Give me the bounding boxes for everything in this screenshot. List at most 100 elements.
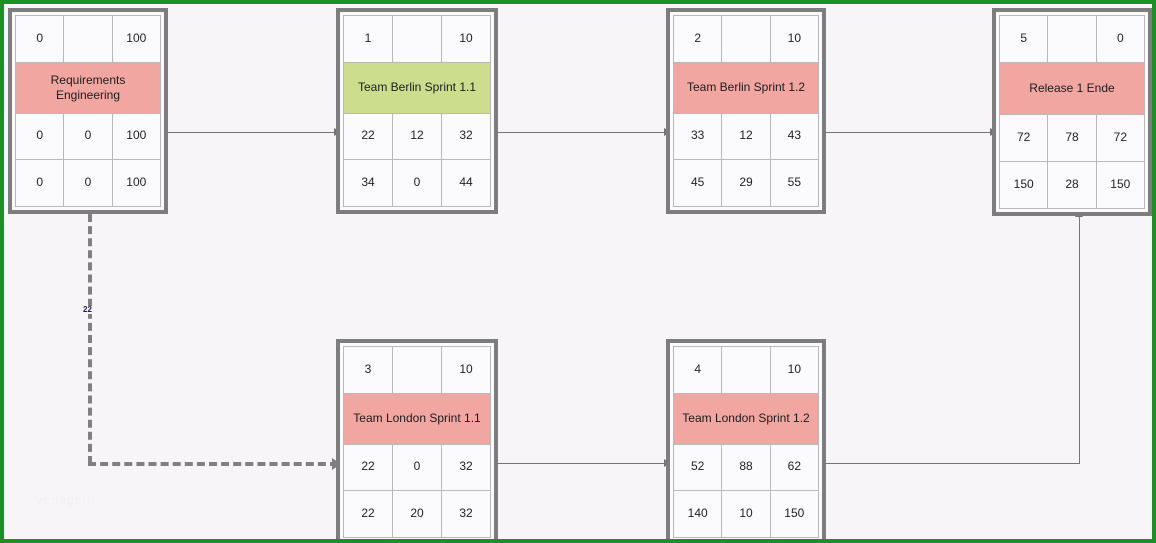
node-team-berlin-sprint-1-1[interactable]: 1 10 Team Berlin Sprint 1.1 22 12 32 34 …: [336, 8, 498, 214]
cell-mid-left: 22: [344, 444, 393, 491]
cell-bottom-left: 34: [344, 160, 393, 206]
cell-early-start: 1: [344, 16, 393, 62]
cell-top-middle: [393, 16, 442, 62]
node-body: 2 10 Team Berlin Sprint 1.2 33 12 43 45 …: [673, 15, 819, 207]
cell-bottom-right: 44: [459, 175, 473, 190]
cell-mid-center: 0: [64, 113, 113, 160]
node-bottom-row: 34 0 44: [344, 160, 490, 206]
cell-early-start: 5: [1000, 16, 1049, 63]
node-bottom-row: 0 0 100: [16, 160, 160, 206]
cell-mid-right: 100: [126, 128, 147, 143]
node-top-row: 4 10: [674, 347, 818, 394]
cell-mid-left: 33: [674, 113, 723, 160]
cell-bottom-center: 20: [393, 491, 442, 537]
node-top-row: 5 0: [1000, 16, 1144, 64]
cell-duration: 10: [459, 361, 473, 376]
cell-duration: 100: [126, 30, 147, 45]
cell-bottom-center: 0: [393, 160, 442, 206]
edge-london12-to-release-vline: [1079, 217, 1080, 464]
cell-mid-center: 88: [722, 444, 771, 491]
node-title: Release 1 Ende: [1000, 63, 1144, 115]
node-title: Team Berlin Sprint 1.1: [344, 62, 490, 114]
cell-mid-right: 62: [787, 459, 801, 474]
network-diagram-canvas: 22 verlagern 0 100 Requirements Engineer…: [0, 0, 1156, 543]
cell-duration: 10: [459, 30, 473, 45]
node-bottom-row: 140 10 150: [674, 491, 818, 537]
watermark-text: verlagern: [36, 492, 95, 507]
cell-top-middle: [722, 347, 771, 393]
cell-mid-left: 0: [16, 113, 65, 160]
cell-mid-left: 72: [1000, 114, 1049, 161]
node-team-berlin-sprint-1-2[interactable]: 2 10 Team Berlin Sprint 1.2 33 12 43 45 …: [666, 8, 826, 214]
node-title: Team London Sprint 1.2: [674, 393, 818, 445]
node-team-london-sprint-1-1[interactable]: 3 10 Team London Sprint 1.1 22 0 32 22 2…: [336, 339, 498, 539]
cell-top-middle: [1048, 16, 1097, 63]
node-body: 3 10 Team London Sprint 1.1 22 0 32 22 2…: [343, 346, 491, 538]
cell-mid-right: 32: [459, 128, 473, 143]
edge-re-to-london11-dash-vline: [88, 214, 92, 464]
cell-top-middle: [722, 16, 771, 62]
node-title: Team Berlin Sprint 1.2: [674, 62, 818, 114]
cell-early-start: 4: [674, 347, 723, 393]
node-mid-row: 52 88 62: [674, 444, 818, 492]
cell-mid-right: 32: [459, 459, 473, 474]
node-release-1-ende[interactable]: 5 0 Release 1 Ende 72 78 72 150 28 150: [992, 8, 1152, 216]
cell-mid-center: 12: [393, 113, 442, 160]
node-mid-row: 22 12 32: [344, 113, 490, 161]
cell-mid-left: 52: [674, 444, 723, 491]
cell-bottom-right: 55: [787, 175, 801, 190]
cell-mid-left: 22: [344, 113, 393, 160]
edge-berlin12-to-release-line: [826, 132, 992, 133]
node-body: 1 10 Team Berlin Sprint 1.1 22 12 32 34 …: [343, 15, 491, 207]
edge-label-re-to-london11: 22: [82, 305, 93, 314]
cell-early-start: 3: [344, 347, 393, 393]
node-bottom-row: 150 28 150: [1000, 161, 1144, 208]
cell-bottom-right: 150: [784, 506, 805, 521]
cell-duration: 0: [1116, 31, 1124, 46]
node-body: 4 10 Team London Sprint 1.2 52 88 62 140…: [673, 346, 819, 538]
node-title: Team London Sprint 1.1: [344, 393, 490, 445]
node-title: Requirements Engineering: [16, 62, 160, 114]
cell-bottom-center: 29: [722, 160, 771, 206]
node-mid-row: 72 78 72: [1000, 114, 1144, 162]
node-body: 0 100 Requirements Engineering 0 0 100 0…: [15, 15, 161, 207]
cell-bottom-left: 0: [16, 160, 65, 206]
node-bottom-row: 45 29 55: [674, 160, 818, 206]
cell-top-middle: [64, 16, 113, 62]
cell-mid-right: 43: [787, 128, 801, 143]
cell-bottom-center: 28: [1048, 161, 1097, 208]
edge-re-to-berlin11-line: [168, 132, 336, 133]
edge-re-to-london11-dash-hline: [88, 462, 338, 466]
cell-bottom-center: 10: [722, 491, 771, 537]
node-mid-row: 0 0 100: [16, 113, 160, 161]
cell-mid-center: 0: [393, 444, 442, 491]
node-mid-row: 33 12 43: [674, 113, 818, 161]
node-top-row: 1 10: [344, 16, 490, 63]
edge-berlin11-to-berlin12-line: [498, 132, 666, 133]
cell-mid-center: 78: [1048, 114, 1097, 161]
cell-bottom-left: 45: [674, 160, 723, 206]
node-top-row: 0 100: [16, 16, 160, 63]
node-team-london-sprint-1-2[interactable]: 4 10 Team London Sprint 1.2 52 88 62 140…: [666, 339, 826, 539]
node-bottom-row: 22 20 32: [344, 491, 490, 537]
cell-bottom-left: 150: [1000, 161, 1049, 208]
node-mid-row: 22 0 32: [344, 444, 490, 492]
cell-early-start: 0: [16, 16, 65, 62]
cell-top-middle: [393, 347, 442, 393]
edge-london12-to-release-hline: [826, 463, 1080, 464]
node-body: 5 0 Release 1 Ende 72 78 72 150 28 150: [999, 15, 1145, 209]
node-top-row: 2 10: [674, 16, 818, 63]
edge-london11-to-london12-line: [498, 463, 666, 464]
node-requirements-engineering[interactable]: 0 100 Requirements Engineering 0 0 100 0…: [8, 8, 168, 214]
cell-bottom-left: 22: [344, 491, 393, 537]
cell-bottom-center: 0: [64, 160, 113, 206]
cell-bottom-right: 150: [1110, 176, 1131, 191]
cell-duration: 10: [787, 361, 801, 376]
cell-bottom-left: 140: [674, 491, 723, 537]
cell-bottom-right: 32: [459, 506, 473, 521]
cell-early-start: 2: [674, 16, 723, 62]
cell-mid-right: 72: [1113, 129, 1127, 144]
cell-duration: 10: [787, 30, 801, 45]
cell-bottom-right: 100: [126, 175, 147, 190]
cell-mid-center: 12: [722, 113, 771, 160]
